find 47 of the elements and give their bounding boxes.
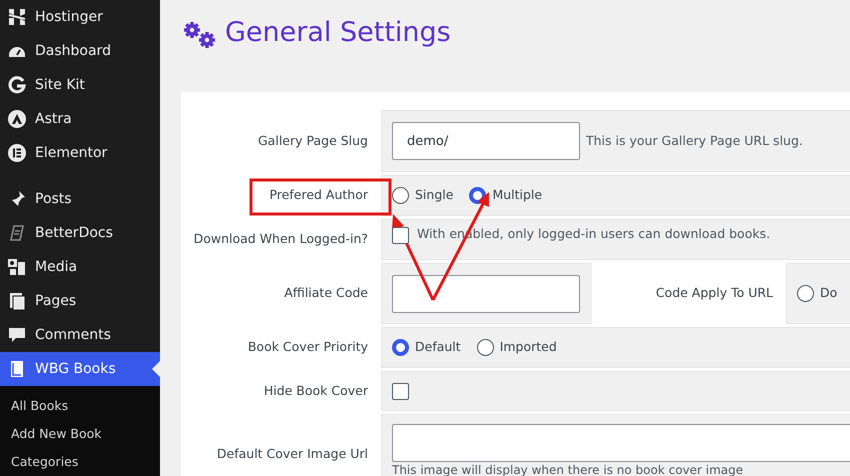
- radio-button[interactable]: [476, 339, 494, 356]
- checkbox[interactable]: [392, 382, 409, 400]
- field-label: Affiliate Code: [283, 284, 369, 302]
- g-logo-icon: [7, 75, 27, 95]
- page-title: General Settings: [225, 16, 451, 50]
- sidebar-item[interactable]: Posts: [0, 182, 160, 216]
- pages-icon: [7, 291, 27, 311]
- sidebar-item[interactable]: Astra: [0, 102, 160, 136]
- submenu-item[interactable]: Add New Book: [0, 420, 160, 448]
- sidebar-item[interactable]: Hostinger: [0, 0, 160, 34]
- sidebar-item[interactable]: Media: [0, 250, 160, 284]
- radio-button[interactable]: [392, 339, 409, 356]
- field-label: Download When Logged-in?: [192, 230, 369, 248]
- sidebar-item[interactable]: Comments: [0, 318, 160, 352]
- field-label: Code Apply To URL: [654, 284, 774, 302]
- gears-icon: [181, 20, 217, 50]
- text-field[interactable]: [392, 424, 850, 462]
- sidebar-item[interactable]: BetterDocs: [0, 216, 160, 250]
- checkbox[interactable]: [392, 227, 409, 244]
- elementor-logo-icon: [7, 143, 27, 163]
- option-label: Single: [415, 186, 454, 204]
- help-text: This is your Gallery Page URL slug.: [586, 132, 803, 150]
- submenu-item[interactable]: Categories: [0, 448, 160, 476]
- submenu-item[interactable]: All Books: [0, 392, 160, 420]
- astra-logo-icon: [7, 109, 27, 129]
- field-label: Book Cover Priority: [246, 338, 369, 356]
- sidebar-item[interactable]: Site Kit: [0, 68, 160, 102]
- option-label: Multiple: [492, 186, 542, 204]
- field-label: Hide Book Cover: [262, 382, 369, 400]
- sidebar-item[interactable]: Dashboard: [0, 34, 160, 68]
- text-field[interactable]: [392, 274, 580, 312]
- field-label: Gallery Page Slug: [257, 132, 369, 150]
- text-field[interactable]: demo/: [392, 122, 580, 160]
- radio-button[interactable]: [392, 187, 409, 204]
- media-icon: [7, 257, 27, 277]
- option-label: Imported: [500, 338, 557, 356]
- speech-bubble-icon: [7, 325, 27, 345]
- sidebar-item[interactable]: WBG Books: [0, 352, 160, 386]
- option-label: Default: [415, 338, 461, 356]
- option-label: Do: [820, 284, 838, 302]
- sidebar-item[interactable]: Elementor: [0, 136, 160, 170]
- current-indicator-icon: [152, 361, 160, 377]
- field-label: Default Cover Image Url: [216, 444, 369, 463]
- field-label: Prefered Author: [268, 186, 369, 204]
- radio-button[interactable]: [797, 285, 814, 302]
- document-icon: [7, 223, 27, 243]
- sidebar-item[interactable]: Pages: [0, 284, 160, 318]
